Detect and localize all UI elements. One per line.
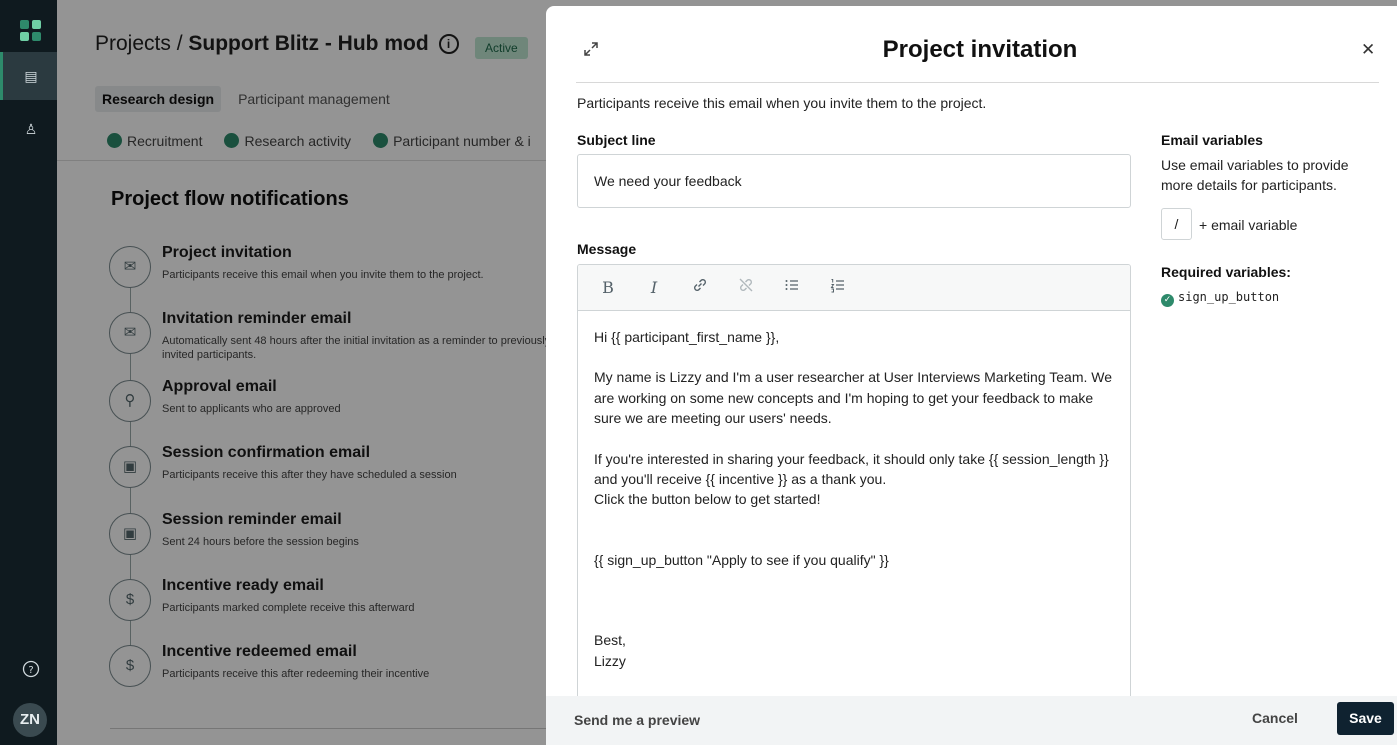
email-editor-panel: Project invitation ✕ Participants receiv…: [546, 6, 1397, 745]
editor-toolbar: B I: [578, 265, 1130, 311]
email-variables-desc: Use email variables to provide more deta…: [1161, 157, 1349, 193]
message-line: Click the button below to get started!: [594, 491, 821, 508]
panel-footer: Send me a preview Cancel Save: [546, 696, 1397, 745]
message-line: [594, 429, 1114, 449]
panel-intro: Participants receive this email when you…: [577, 95, 987, 111]
message-line: Hi {{ participant_first_name }},: [594, 329, 780, 345]
slash-label: + email variable: [1199, 217, 1298, 233]
divider: [576, 82, 1379, 83]
message-line: Best,: [594, 632, 626, 649]
help-icon[interactable]: ?: [22, 660, 40, 678]
unlink-icon[interactable]: [734, 276, 758, 300]
message-line: [594, 590, 1114, 610]
slash-key: /: [1161, 208, 1192, 240]
avatar[interactable]: ZN: [13, 703, 47, 737]
message-line: [594, 510, 1114, 530]
message-line: [594, 570, 1114, 590]
message-body[interactable]: Hi {{ participant_first_name }}, My name…: [578, 311, 1130, 687]
required-variables-title: Required variables:: [1161, 264, 1291, 280]
send-preview-link[interactable]: Send me a preview: [574, 712, 700, 728]
research-icon[interactable]: ▤: [22, 67, 40, 85]
subject-input[interactable]: [577, 154, 1131, 208]
message-line: {{ sign_up_button "Apply to see if you q…: [594, 551, 889, 568]
close-icon[interactable]: ✕: [1361, 40, 1375, 60]
panel-title: Project invitation: [882, 36, 1078, 63]
message-line: My name is Lizzy and I'm a user research…: [594, 369, 1113, 427]
required-variable-name: sign_up_button: [1178, 290, 1280, 304]
cancel-button[interactable]: Cancel: [1252, 710, 1298, 726]
required-variable-item: ✓ sign_up_button: [1161, 290, 1279, 307]
link-icon[interactable]: [688, 276, 712, 300]
check-circle-icon: ✓: [1161, 294, 1174, 307]
subject-label: Subject line: [577, 132, 656, 148]
numbered-list-icon[interactable]: [826, 276, 850, 300]
message-line: If you're interested in sharing your fee…: [594, 450, 1109, 488]
email-variables-title: Email variables: [1161, 132, 1263, 148]
left-rail: ▤ ♙ ? ZN: [0, 0, 57, 745]
message-line: [594, 610, 1114, 630]
message-line: Lizzy: [594, 652, 626, 669]
message-editor[interactable]: B I Hi {{ participant_first_name }}, My …: [577, 264, 1131, 704]
message-line: [594, 530, 1114, 550]
italic-icon[interactable]: I: [642, 276, 666, 300]
save-button[interactable]: Save: [1337, 702, 1394, 735]
message-label: Message: [577, 241, 637, 257]
people-icon[interactable]: ♙: [22, 120, 40, 138]
bold-icon[interactable]: B: [596, 276, 620, 300]
message-line: [594, 347, 1114, 367]
bullet-list-icon[interactable]: [780, 276, 804, 300]
svg-text:?: ?: [28, 665, 33, 676]
logo-icon[interactable]: [20, 20, 42, 42]
